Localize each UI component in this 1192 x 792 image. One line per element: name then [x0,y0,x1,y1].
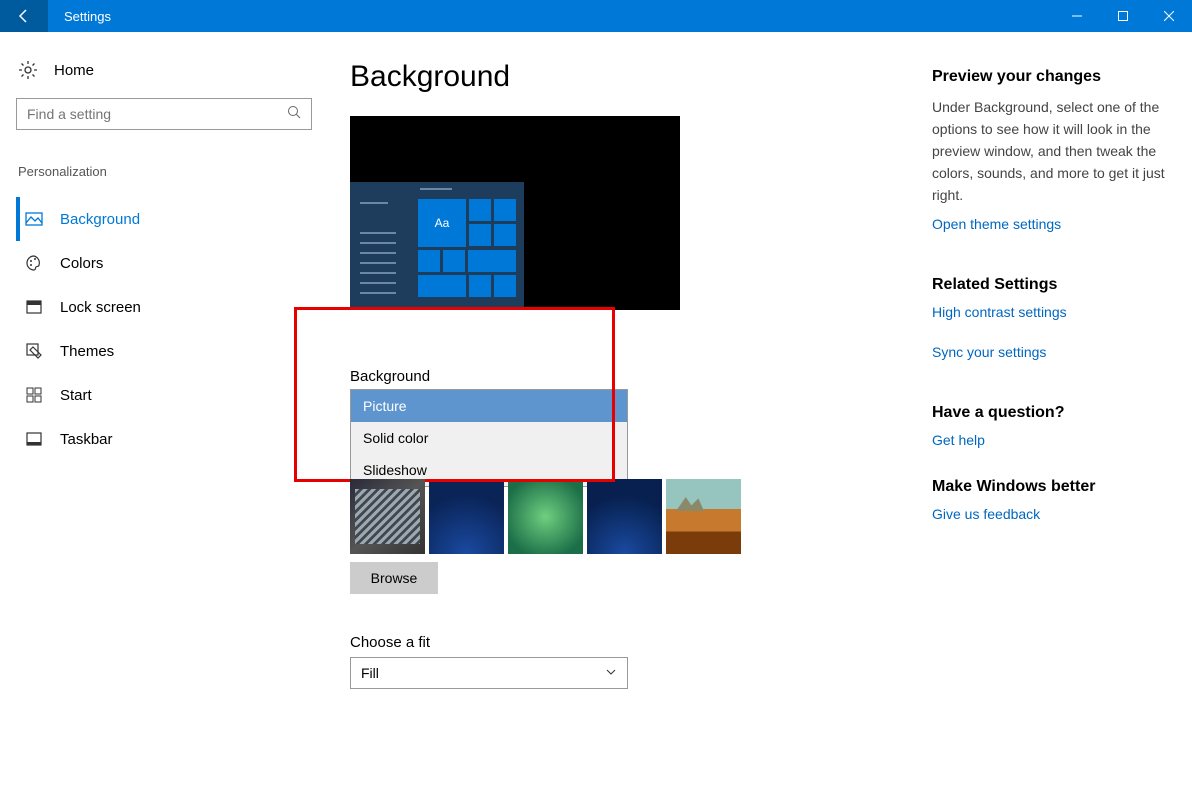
gear-icon [18,60,38,80]
preview-tile-aa: Aa [418,199,466,247]
search-input[interactable] [27,106,287,122]
thumb-3[interactable] [508,479,583,554]
nav-background[interactable]: Background [16,197,304,241]
themes-icon [24,341,44,361]
open-theme-settings-link[interactable]: Open theme settings [932,216,1172,232]
preview-changes-text: Under Background, select one of the opti… [932,96,1172,206]
nav-themes[interactable]: Themes [16,329,304,373]
back-button[interactable] [0,0,48,32]
high-contrast-link[interactable]: High contrast settings [932,304,1172,320]
window-title: Settings [64,9,111,24]
minimize-button[interactable] [1054,0,1100,32]
get-help-link[interactable]: Get help [932,432,1172,448]
nav-label: Lock screen [60,299,141,316]
picture-icon [24,209,44,229]
nav-lockscreen[interactable]: Lock screen [16,285,304,329]
fit-label: Choose a fit [350,634,902,651]
maximize-button[interactable] [1100,0,1146,32]
sidebar: Home Personalization Background Colors L… [0,32,320,792]
page-title: Background [350,60,902,94]
title-bar: Settings [0,0,1192,32]
dd-option-solidcolor[interactable]: Solid color [351,422,627,454]
background-dropdown[interactable]: Picture Solid color Slideshow [350,389,628,487]
lockscreen-icon [24,297,44,317]
thumb-1[interactable] [350,479,425,554]
nav-label: Taskbar [60,431,113,448]
desktop-preview: Aa [350,116,680,310]
browse-button[interactable]: Browse [350,562,438,594]
thumb-5[interactable] [666,479,741,554]
side-panel: Preview your changes Under Background, s… [922,32,1192,792]
nav-start[interactable]: Start [16,373,304,417]
dd-option-picture[interactable]: Picture [351,390,627,422]
nav-label: Start [60,387,92,404]
home-label: Home [54,62,94,79]
palette-icon [24,253,44,273]
background-label: Background [350,368,902,385]
picture-thumbnails [350,479,902,554]
nav-label: Background [60,211,140,228]
search-box[interactable] [16,98,312,130]
taskbar-icon [24,429,44,449]
main-panel: Background Aa [320,32,922,792]
nav-label: Themes [60,343,114,360]
question-head: Have a question? [932,404,1172,422]
search-icon [287,105,301,124]
thumb-4[interactable] [587,479,662,554]
thumb-2[interactable] [429,479,504,554]
fit-value: Fill [361,665,379,681]
window-controls [1054,0,1192,32]
chevron-down-icon [605,665,617,681]
related-settings-head: Related Settings [932,276,1172,294]
nav-taskbar[interactable]: Taskbar [16,417,304,461]
feedback-link[interactable]: Give us feedback [932,506,1172,522]
close-button[interactable] [1146,0,1192,32]
nav-colors[interactable]: Colors [16,241,304,285]
sync-settings-link[interactable]: Sync your settings [932,344,1172,360]
start-icon [24,385,44,405]
nav-label: Colors [60,255,103,272]
make-better-head: Make Windows better [932,478,1172,496]
fit-select[interactable]: Fill [350,657,628,689]
nav-group-label: Personalization [18,164,304,179]
preview-changes-head: Preview your changes [932,68,1172,86]
home-link[interactable]: Home [16,56,304,98]
preview-start: Aa [350,182,680,310]
